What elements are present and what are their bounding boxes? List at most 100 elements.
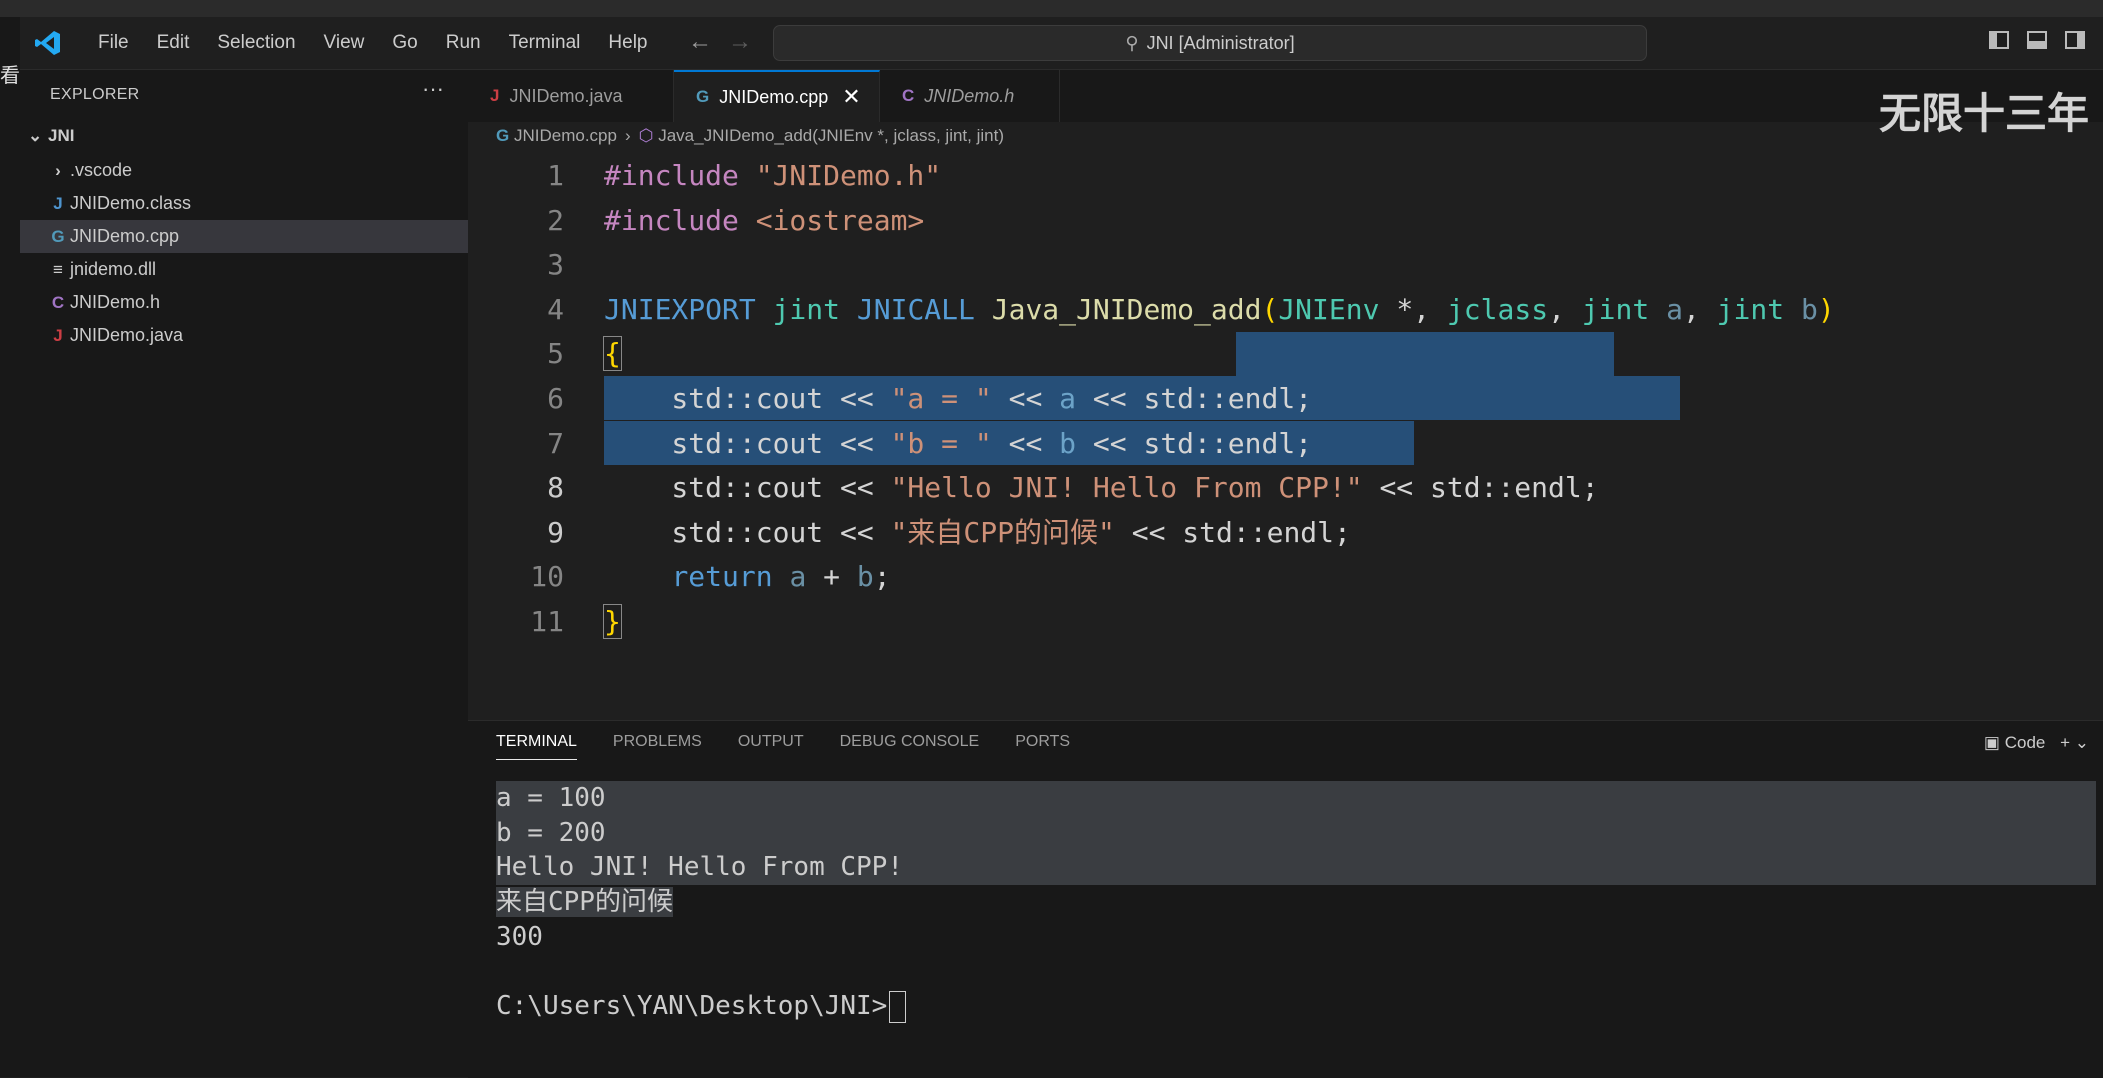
editor-tabs: J JNIDemo.java G JNIDemo.cpp ✕ C JNIDemo.h bbox=[468, 70, 2103, 122]
line-number: 3 bbox=[547, 248, 564, 282]
menu-terminal[interactable]: Terminal bbox=[495, 32, 595, 54]
tab-output[interactable]: OUTPUT bbox=[738, 733, 804, 760]
line-number: 8 bbox=[547, 471, 564, 505]
token: a bbox=[1666, 292, 1683, 326]
token: #include bbox=[604, 203, 756, 237]
menu-view[interactable]: View bbox=[310, 32, 379, 54]
menu-go[interactable]: Go bbox=[378, 32, 431, 54]
code-line: 10 return a + b; bbox=[468, 555, 2103, 600]
toggle-panel-icon[interactable] bbox=[2027, 31, 2047, 49]
terminal-line: a = 100 bbox=[496, 781, 2096, 816]
line-number: 11 bbox=[530, 604, 564, 638]
code-line: 2 #include <iostream> bbox=[468, 199, 2103, 244]
tab-jnidemo-java[interactable]: J JNIDemo.java bbox=[468, 70, 674, 122]
token: << bbox=[991, 381, 1060, 415]
token: a bbox=[1059, 381, 1077, 415]
terminal-prompt-line: C:\Users\YAN\Desktop\JNI> bbox=[496, 989, 2096, 1024]
token: a bbox=[789, 560, 807, 594]
token: ) bbox=[1817, 292, 1835, 326]
token: jint bbox=[1716, 292, 1801, 326]
token: , bbox=[1548, 292, 1582, 326]
explorer-header: EXPLORER bbox=[50, 86, 140, 103]
chevron-right-icon: › bbox=[55, 161, 61, 180]
token: std::cout << bbox=[604, 381, 891, 415]
menu-bar: File Edit Selection View Go Run Terminal… bbox=[84, 17, 662, 69]
tree-item-dll[interactable]: ≡ jnidemo.dll bbox=[20, 253, 468, 286]
token: <iostream> bbox=[755, 203, 925, 237]
tab-jnidemo-h[interactable]: C JNIDemo.h bbox=[880, 70, 1060, 122]
cpp-file-icon: G bbox=[51, 227, 65, 246]
line-text: return a + b; bbox=[604, 555, 890, 600]
line-text: std::cout << "Hello JNI! Hello From CPP!… bbox=[604, 466, 1599, 511]
line-text: std::cout << "来自CPP的问候" << std::endl; bbox=[604, 511, 1350, 556]
terminal-profile-label[interactable]: Code bbox=[2005, 733, 2046, 752]
toggle-primary-sidebar-icon[interactable] bbox=[1989, 31, 2009, 49]
terminal-line: 300 bbox=[496, 921, 543, 952]
terminal-output[interactable]: a = 100 b = 200 Hello JNI! Hello From CP… bbox=[496, 781, 2096, 1024]
tab-label: JNIDemo.h bbox=[924, 85, 1015, 106]
new-terminal-icon[interactable]: + ⌄ bbox=[2060, 733, 2089, 752]
token: jint bbox=[772, 292, 857, 326]
code-line: 7 std::cout << "b = " << b << std::endl; bbox=[468, 422, 2103, 467]
breadcrumb-file[interactable]: JNIDemo.cpp bbox=[514, 126, 617, 145]
menu-selection[interactable]: Selection bbox=[203, 32, 309, 54]
tree-item-header[interactable]: C JNIDemo.h bbox=[20, 286, 468, 319]
tree-item-vscode[interactable]: › .vscode bbox=[20, 154, 468, 187]
workspace-folder[interactable]: ⌄ JNI bbox=[28, 126, 74, 146]
breadcrumb-symbol[interactable]: Java_JNIDemo_add(JNIEnv *, jclass, jint,… bbox=[658, 126, 1004, 145]
line-number: 5 bbox=[547, 337, 564, 371]
line-text: JNIEXPORT jint JNICALL Java_JNIDemo_add(… bbox=[604, 288, 1835, 333]
back-arrow-icon[interactable]: ← bbox=[688, 28, 712, 55]
code-line: 4 JNIEXPORT jint JNICALL Java_JNIDemo_add… bbox=[468, 288, 2103, 333]
token: << std::endl; bbox=[1076, 381, 1313, 415]
panel-tabs: TERMINAL PROBLEMS OUTPUT DEBUG CONSOLE P… bbox=[496, 733, 1106, 760]
forward-arrow-icon[interactable]: → bbox=[728, 28, 752, 55]
menu-edit[interactable]: Edit bbox=[143, 32, 204, 54]
tab-debug-console[interactable]: DEBUG CONSOLE bbox=[840, 733, 980, 760]
token: b bbox=[1800, 292, 1818, 326]
code-line: 1 #include "JNIDemo.h" bbox=[468, 154, 2103, 199]
toggle-secondary-sidebar-icon[interactable] bbox=[2065, 31, 2085, 49]
tab-ports[interactable]: PORTS bbox=[1015, 733, 1070, 760]
command-center[interactable]: ⚲ JNI [Administrator] bbox=[773, 25, 1647, 61]
token: *, bbox=[1396, 292, 1447, 326]
tree-item-label: JNIDemo.cpp bbox=[70, 226, 180, 246]
menu-run[interactable]: Run bbox=[432, 32, 495, 54]
java-file-icon: J bbox=[490, 86, 500, 105]
line-number: 6 bbox=[547, 381, 564, 415]
token: jclass bbox=[1446, 292, 1549, 326]
line-text: #include <iostream> bbox=[604, 199, 924, 244]
vscode-logo-icon bbox=[35, 31, 60, 55]
more-actions-icon[interactable]: ··· bbox=[422, 76, 444, 102]
token: b bbox=[856, 560, 874, 594]
line-text: std::cout << "b = " << b << std::endl; bbox=[604, 422, 1312, 467]
menu-file[interactable]: File bbox=[84, 32, 143, 54]
token: "JNIDemo.h" bbox=[755, 159, 942, 192]
token: "b = " bbox=[890, 426, 992, 460]
java-class-icon: J bbox=[53, 194, 63, 213]
tab-jnidemo-cpp[interactable]: G JNIDemo.cpp ✕ bbox=[674, 70, 880, 122]
tab-terminal[interactable]: TERMINAL bbox=[496, 733, 577, 760]
tree-item-class[interactable]: J JNIDemo.class bbox=[20, 187, 468, 220]
token: std::cout << bbox=[604, 471, 891, 505]
tree-item-cpp[interactable]: G JNIDemo.cpp bbox=[20, 220, 468, 253]
tab-problems[interactable]: PROBLEMS bbox=[613, 733, 702, 760]
search-icon: ⚲ bbox=[1125, 32, 1139, 53]
token: { bbox=[603, 336, 622, 372]
menu-help[interactable]: Help bbox=[594, 32, 661, 54]
bottom-panel: TERMINAL PROBLEMS OUTPUT DEBUG CONSOLE P… bbox=[468, 720, 2103, 1078]
code-line: 5{ bbox=[468, 332, 2103, 377]
token: b bbox=[1059, 426, 1077, 460]
line-number: 9 bbox=[547, 515, 564, 549]
token: return bbox=[671, 560, 790, 594]
line-number: 10 bbox=[530, 560, 564, 594]
tree-item-java[interactable]: J JNIDemo.java bbox=[20, 319, 468, 352]
breadcrumb-separator: › bbox=[624, 126, 631, 145]
token: << std::endl; bbox=[1076, 426, 1313, 460]
close-icon[interactable]: ✕ bbox=[842, 84, 860, 110]
code-view[interactable]: 1 #include "JNIDemo.h" 2 #include <iostrea… bbox=[468, 154, 2103, 645]
breadcrumb: G JNIDemo.cpp › ⬡ Java_JNIDemo_add(JNIEnv … bbox=[496, 126, 1004, 146]
title-bar: File Edit Selection View Go Run Terminal… bbox=[20, 17, 2103, 70]
token: << bbox=[991, 426, 1060, 460]
token: << std::endl; bbox=[1362, 471, 1599, 505]
